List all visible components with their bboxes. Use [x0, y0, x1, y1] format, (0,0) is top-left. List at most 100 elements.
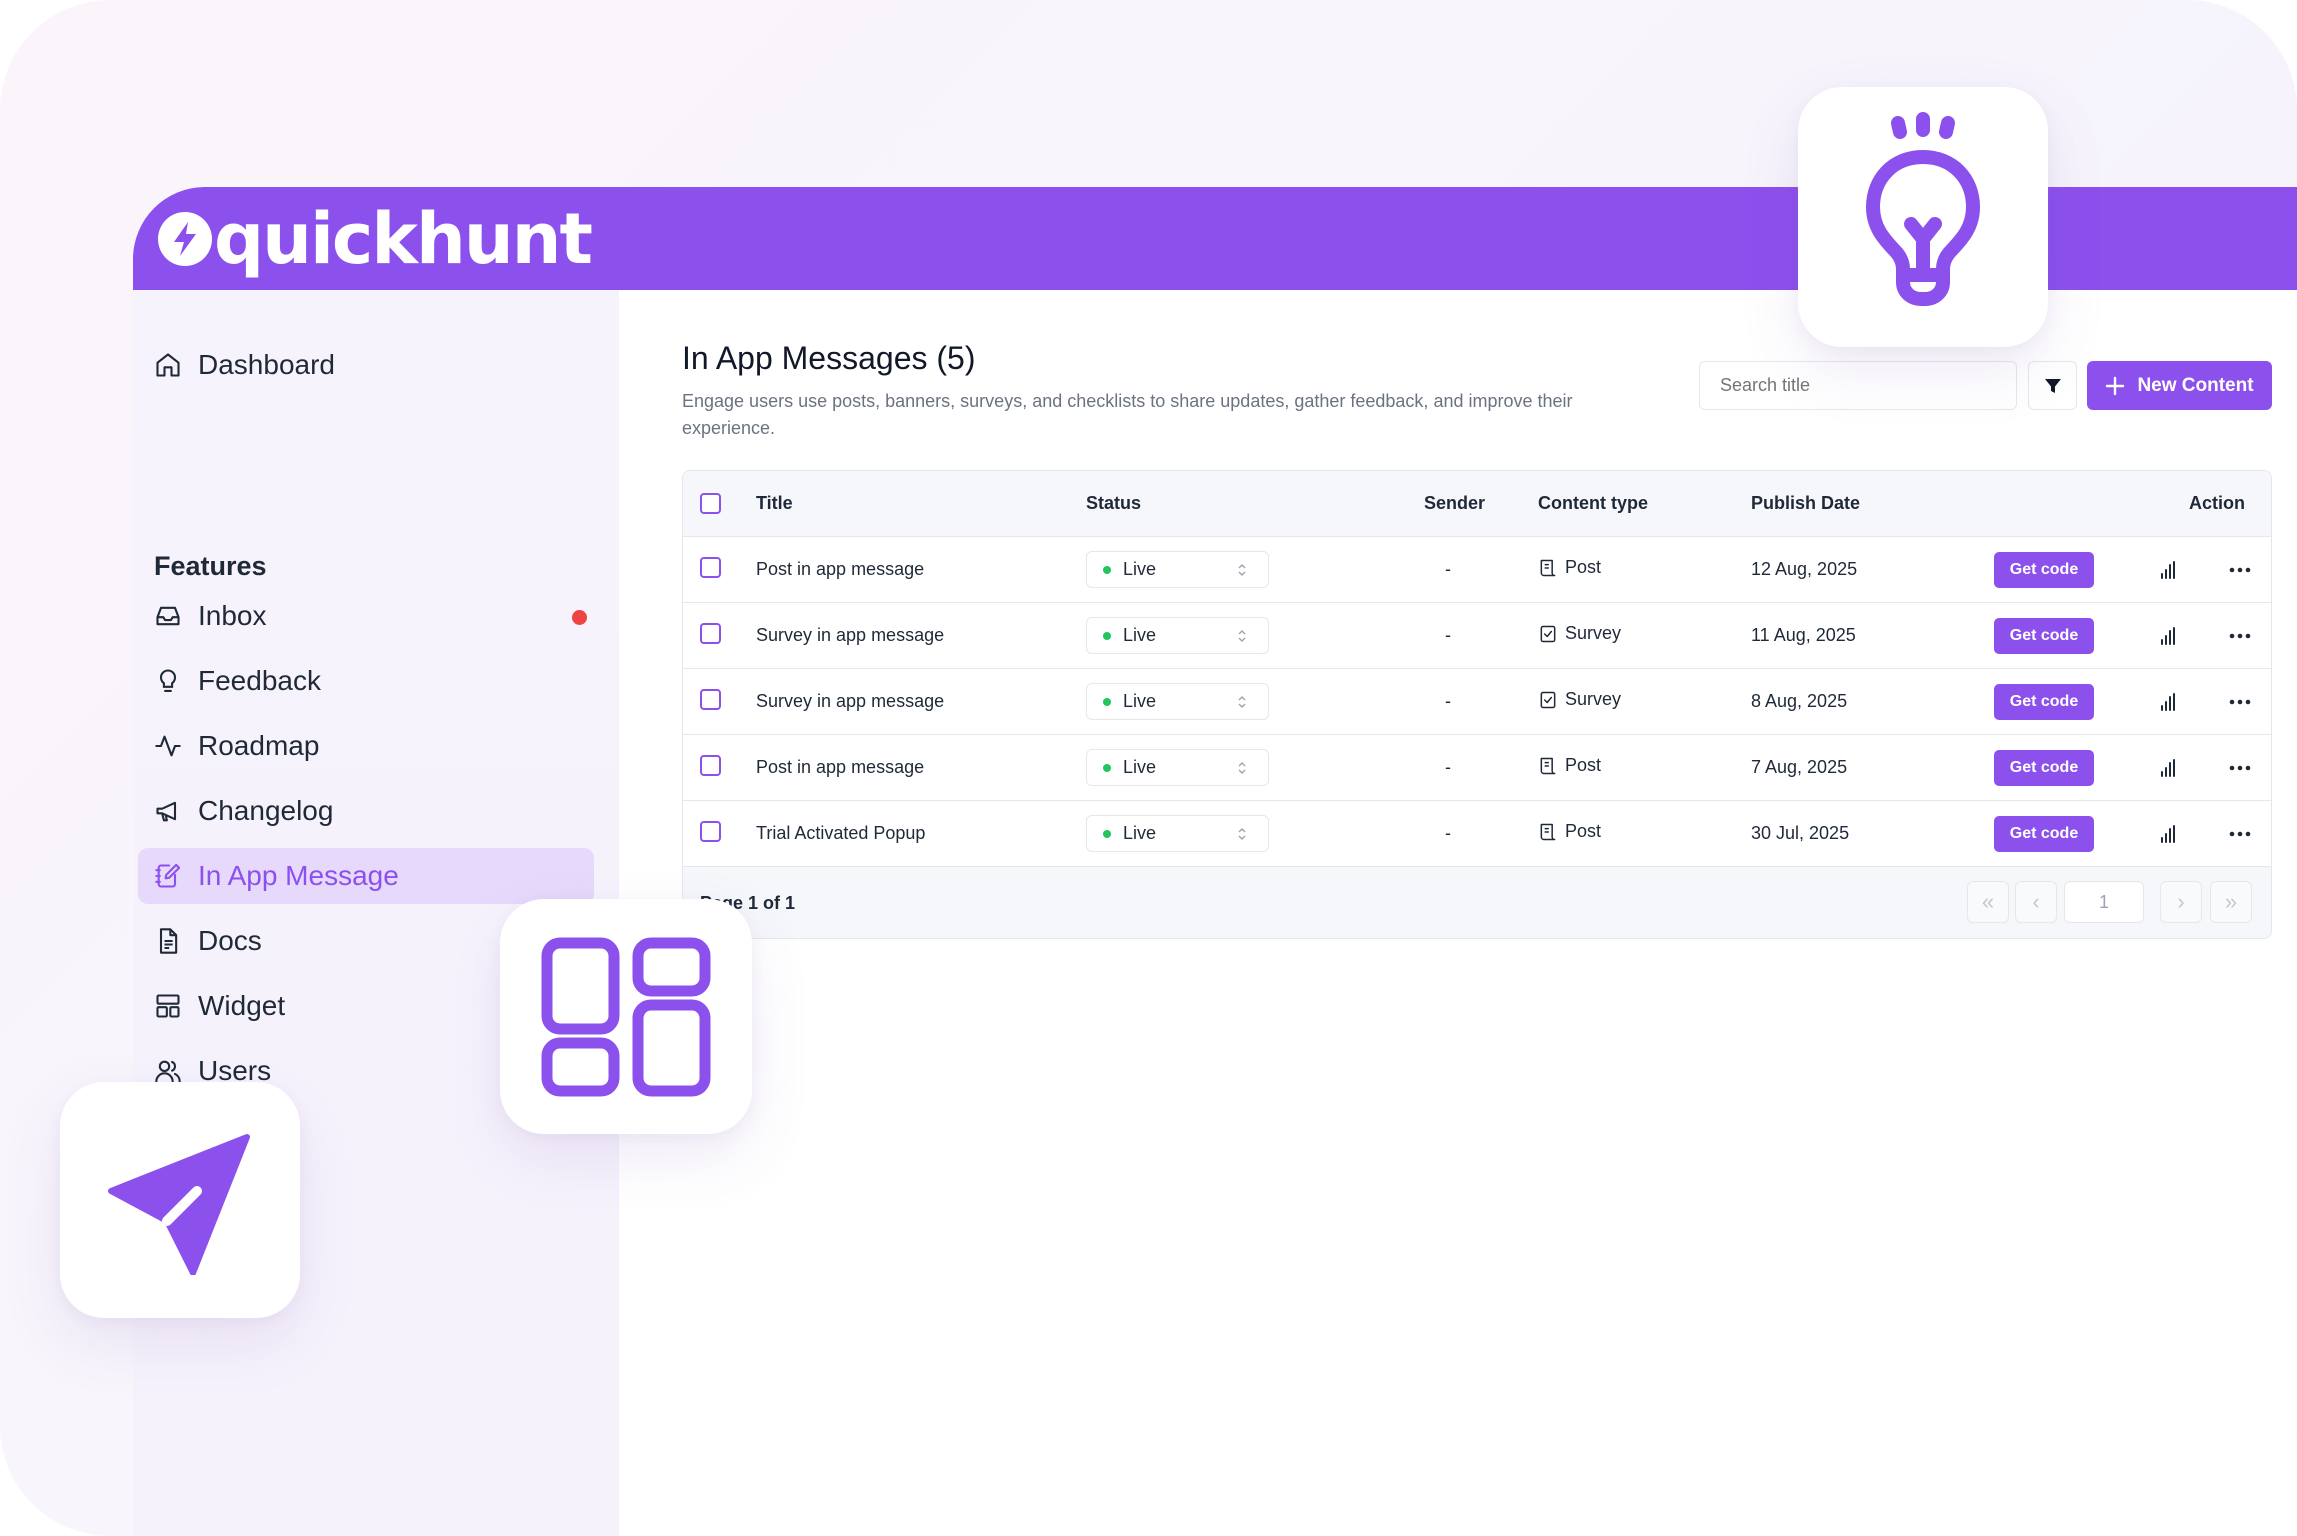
survey-icon [1540, 691, 1556, 708]
sidebar-item-inbox[interactable]: Inbox [138, 588, 594, 644]
table-row: Post in app message Live - Post 12 Aug, … [683, 537, 2271, 603]
plus-icon [2106, 376, 2125, 395]
table-header: Title Status Sender Content type Publish… [683, 471, 2271, 537]
page-number-input[interactable]: 1 [2064, 881, 2144, 923]
row-title: Survey in app message [756, 691, 945, 711]
row-content-type: Post [1538, 755, 1601, 776]
previous-page-button[interactable]: ‹ [2015, 881, 2057, 923]
status-select[interactable]: Live [1086, 683, 1269, 720]
sidebar-item-label: Docs [198, 925, 262, 956]
row-sender: - [1445, 559, 1451, 579]
post-icon [1540, 823, 1556, 840]
inbox-icon [153, 601, 183, 631]
live-dot [1103, 631, 1111, 640]
status-value: Live [1123, 823, 1157, 843]
grid-card [500, 899, 752, 1134]
last-page-button[interactable]: » [2210, 881, 2252, 923]
sidebar-item-label: Inbox [198, 600, 267, 631]
row-checkbox[interactable] [700, 755, 721, 776]
table-footer: Page 1 of 1 « ‹ 1 › » [683, 867, 2271, 938]
sidebar-item-dashboard[interactable]: Dashboard [138, 337, 594, 393]
sidebar-item-in-app-message[interactable]: In App Message [138, 848, 594, 904]
row-type-label: Survey [1565, 689, 1622, 709]
status-select[interactable]: Live [1086, 617, 1269, 654]
more-options-icon[interactable] [2229, 699, 2251, 705]
column-header-sender: Sender [1424, 493, 1486, 513]
bar-chart-icon[interactable] [2158, 691, 2178, 713]
table-row: Trial Activated Popup Live - Post 30 Jul… [683, 801, 2271, 867]
bar-chart-icon[interactable] [2158, 823, 2178, 845]
megaphone-icon [153, 796, 183, 826]
row-checkbox[interactable] [700, 821, 721, 842]
row-checkbox[interactable] [700, 623, 721, 644]
status-value: Live [1123, 625, 1157, 645]
row-type-label: Post [1565, 755, 1602, 775]
get-code-button[interactable]: Get code [1994, 750, 2094, 786]
sidebar-item-feedback[interactable]: Feedback [138, 653, 594, 709]
column-header-publish-date: Publish Date [1751, 493, 1861, 513]
row-title: Post in app message [756, 559, 925, 579]
select-all-checkbox[interactable] [700, 493, 721, 514]
table-row: Post in app message Live - Post 7 Aug, 2… [683, 735, 2271, 801]
live-dot [1103, 763, 1111, 772]
send-card [60, 1082, 300, 1318]
table-row: Survey in app message Live - Survey 11 A… [683, 603, 2271, 669]
sidebar-item-label: Widget [198, 990, 286, 1021]
sidebar-item-label: Changelog [198, 795, 334, 826]
row-checkbox[interactable] [700, 557, 721, 578]
row-sender: - [1445, 823, 1451, 843]
notification-dot [572, 610, 587, 625]
row-publish-date: 11 Aug, 2025 [1751, 625, 1856, 645]
new-content-button[interactable]: New Content [2087, 361, 2272, 410]
sidebar-item-label: In App Message [198, 860, 399, 891]
search-input[interactable] [1699, 361, 2017, 410]
activity-icon [153, 731, 183, 761]
row-sender: - [1445, 757, 1451, 777]
background-canvas: quickhunt Dashboard Features Inbox Feedb… [0, 0, 2297, 1536]
filter-button[interactable] [2028, 361, 2077, 410]
row-title: Trial Activated Popup [756, 823, 926, 843]
sidebar-item-label: Roadmap [198, 730, 320, 761]
get-code-button[interactable]: Get code [1994, 618, 2094, 654]
document-icon [153, 926, 183, 956]
more-options-icon[interactable] [2229, 633, 2251, 639]
chevron-up-down-icon [1238, 828, 1246, 840]
column-header-status: Status [1086, 493, 1142, 513]
sidebar-item-changelog[interactable]: Changelog [138, 783, 594, 839]
status-value: Live [1123, 559, 1157, 579]
row-type-label: Post [1565, 557, 1602, 577]
sidebar-item-roadmap[interactable]: Roadmap [138, 718, 594, 774]
live-dot [1103, 697, 1111, 706]
table-row: Survey in app message Live - Survey 8 Au… [683, 669, 2271, 735]
features-heading: Features [154, 551, 267, 581]
row-checkbox[interactable] [700, 689, 721, 710]
row-publish-date: 8 Aug, 2025 [1751, 691, 1848, 711]
next-page-button[interactable]: › [2160, 881, 2202, 923]
get-code-button[interactable]: Get code [1994, 684, 2094, 720]
paper-plane-icon [108, 1134, 250, 1275]
bar-chart-icon[interactable] [2158, 757, 2178, 779]
live-dot [1103, 829, 1111, 838]
page-title: In App Messages (5) [682, 340, 976, 376]
status-select[interactable]: Live [1086, 749, 1269, 786]
row-content-type: Post [1538, 821, 1601, 842]
row-title: Post in app message [756, 757, 925, 777]
chevron-up-down-icon [1238, 762, 1246, 774]
bar-chart-icon[interactable] [2158, 559, 2178, 581]
get-code-button[interactable]: Get code [1994, 552, 2094, 588]
more-options-icon[interactable] [2229, 765, 2251, 771]
first-page-button[interactable]: « [1967, 881, 2009, 923]
more-options-icon[interactable] [2229, 831, 2251, 837]
lightbulb-icon [153, 666, 183, 696]
survey-icon [1540, 625, 1556, 642]
bar-chart-icon[interactable] [2158, 625, 2178, 647]
filter-icon [2044, 378, 2061, 393]
messages-table: Title Status Sender Content type Publish… [682, 470, 2272, 939]
status-select[interactable]: Live [1086, 815, 1269, 852]
sidebar-item-label: Dashboard [198, 349, 335, 380]
column-header-content-type: Content type [1538, 493, 1648, 513]
get-code-button[interactable]: Get code [1994, 816, 2094, 852]
more-options-icon[interactable] [2229, 567, 2251, 573]
brand-logo[interactable]: quickhunt [158, 201, 593, 277]
status-select[interactable]: Live [1086, 551, 1269, 588]
